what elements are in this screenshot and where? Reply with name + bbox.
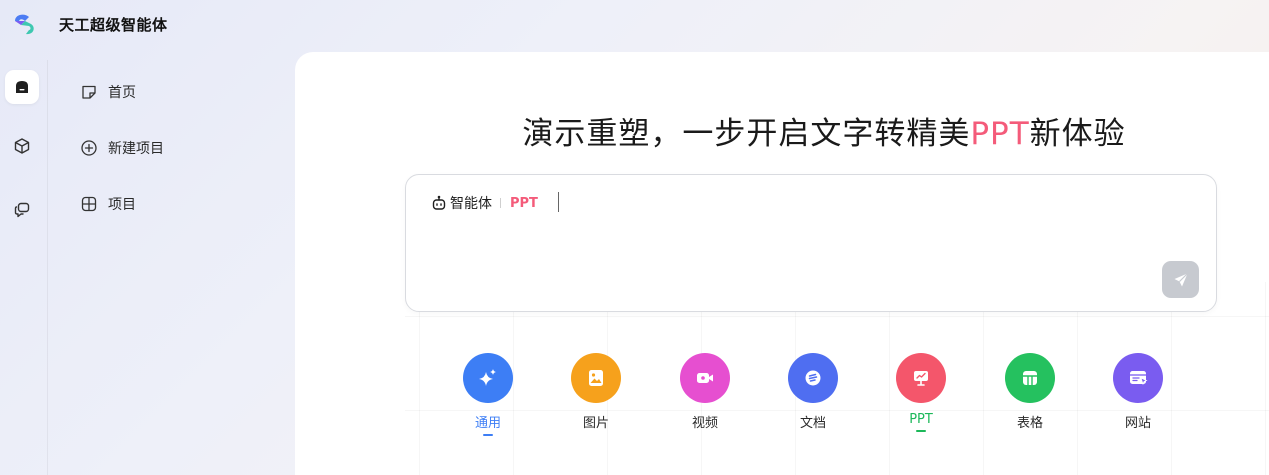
website-icon (1130, 371, 1148, 386)
category-document[interactable]: 文档 (783, 353, 843, 431)
nav-item-new-project[interactable]: 新建项目 (80, 136, 164, 160)
table-icon (1023, 371, 1037, 385)
nav-item-home[interactable]: 首页 (80, 80, 164, 104)
category-icon-circle (1005, 353, 1055, 403)
category-icon-circle (896, 353, 946, 403)
category-selected-indicator (483, 434, 493, 436)
category-icon-circle (680, 353, 730, 403)
category-ppt[interactable]: PPT (891, 353, 951, 432)
category-selected-indicator (916, 430, 926, 432)
home-outline-icon (82, 85, 96, 99)
text-caret (558, 192, 559, 212)
category-label: 视频 (691, 416, 718, 431)
category-icon-circle (571, 353, 621, 403)
agent-label: 智能体 (450, 196, 492, 212)
page-headline: 演示重塑，一步开启文字转精美PPT新体验 (295, 108, 1269, 153)
cube-icon (14, 138, 30, 154)
category-icon-circle (463, 353, 513, 403)
category-icon-circle (788, 353, 838, 403)
agent-mode: PPT (510, 195, 538, 211)
send-icon (1174, 272, 1188, 286)
plus-circle-icon (81, 140, 97, 156)
chat-history-icon (14, 202, 30, 218)
category-general[interactable]: 通用 (458, 353, 518, 436)
video-icon (697, 373, 713, 383)
project-grid-icon (81, 196, 97, 212)
prompt-input-box[interactable]: 智能体 PPT (405, 174, 1217, 312)
category-website[interactable]: 网站 (1108, 353, 1168, 431)
category-table[interactable]: 表格 (1000, 353, 1060, 431)
agent-tag[interactable]: 智能体 PPT (431, 193, 538, 213)
send-button[interactable] (1162, 261, 1199, 298)
icon-rail (0, 60, 48, 475)
robot-icon (432, 195, 446, 210)
headline-prefix: 演示重塑，一步开启文字转精美 (522, 116, 971, 152)
category-label: 网站 (1124, 416, 1151, 431)
category-icon-circle (1113, 353, 1163, 403)
nav-item-label: 项目 (108, 197, 136, 213)
category-label: 文档 (799, 416, 826, 431)
sidebar-nav: 首页 新建项目 项目 (80, 80, 164, 248)
nav-item-label: 新建项目 (108, 141, 164, 157)
brand: 天工超级智能体 (12, 10, 168, 38)
nav-item-projects[interactable]: 项目 (80, 192, 164, 216)
category-label: 通用 (474, 416, 501, 431)
category-label: PPT (909, 412, 933, 427)
headline-suffix: 新体验 (1029, 116, 1126, 152)
sparkle-icon (479, 369, 496, 386)
presentation-icon (914, 371, 928, 386)
rail-home-button[interactable] (5, 70, 39, 104)
app-logo-icon[interactable] (12, 11, 38, 37)
nav-item-label: 首页 (108, 85, 136, 101)
home-icon (16, 81, 28, 93)
rail-agents-button[interactable] (5, 129, 39, 163)
category-label: 表格 (1016, 416, 1043, 431)
brand-name: 天工超级智能体 (59, 15, 168, 34)
category-video[interactable]: 视频 (675, 353, 735, 431)
rail-history-button[interactable] (5, 193, 39, 227)
category-label: 图片 (582, 416, 609, 431)
main-panel: 演示重塑，一步开启文字转精美PPT新体验 智能体 PPT 通用 图片 视频 文档… (295, 52, 1269, 475)
document-icon (805, 370, 821, 386)
image-icon (589, 370, 603, 386)
headline-highlight: PPT (970, 116, 1030, 152)
agent-tag-divider (500, 198, 501, 208)
category-image[interactable]: 图片 (566, 353, 626, 431)
